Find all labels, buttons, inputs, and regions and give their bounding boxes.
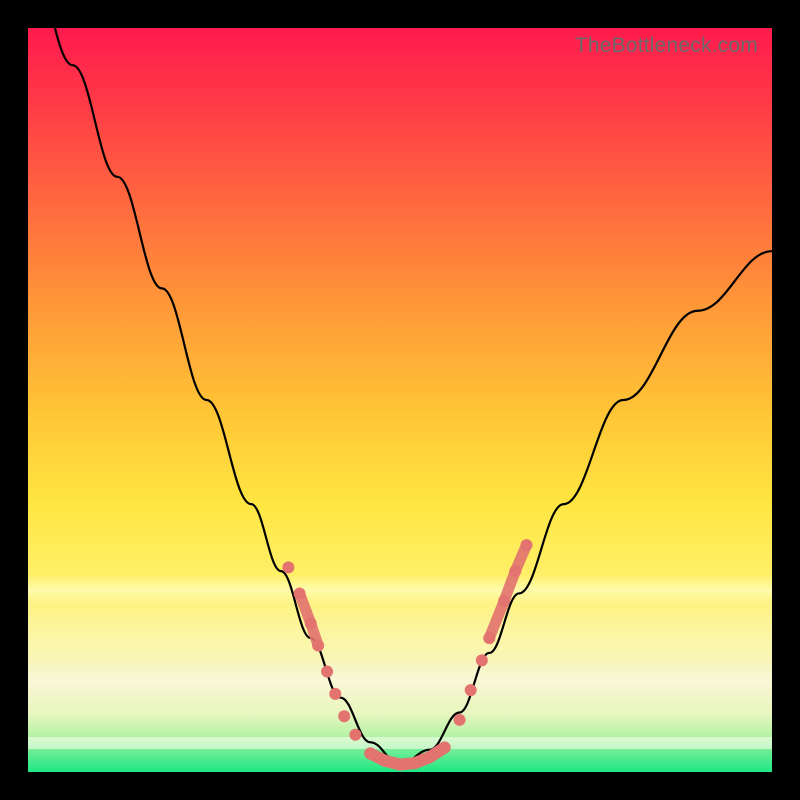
- bead: [282, 561, 294, 573]
- bead: [483, 632, 495, 644]
- watermark-text: TheBottleneck.com: [575, 34, 758, 58]
- bead: [312, 640, 324, 652]
- bottleneck-curve: [28, 28, 772, 765]
- bead: [329, 688, 341, 700]
- bead: [349, 729, 361, 741]
- bead: [409, 757, 421, 769]
- bead: [338, 710, 350, 722]
- bead: [465, 684, 477, 696]
- bead: [509, 565, 521, 577]
- black-frame: TheBottleneck.com: [0, 0, 800, 800]
- data-beads: [282, 539, 532, 770]
- bead: [439, 741, 451, 753]
- bead: [379, 755, 391, 767]
- bead: [476, 654, 488, 666]
- bead: [424, 751, 436, 763]
- bead: [520, 539, 532, 551]
- bead: [454, 714, 466, 726]
- bead: [498, 595, 510, 607]
- bead: [394, 759, 406, 771]
- plot-area: TheBottleneck.com: [28, 28, 772, 772]
- bead: [305, 617, 317, 629]
- bead: [321, 666, 333, 678]
- bead: [364, 747, 376, 759]
- bead: [294, 587, 306, 599]
- curve-svg: [28, 28, 772, 772]
